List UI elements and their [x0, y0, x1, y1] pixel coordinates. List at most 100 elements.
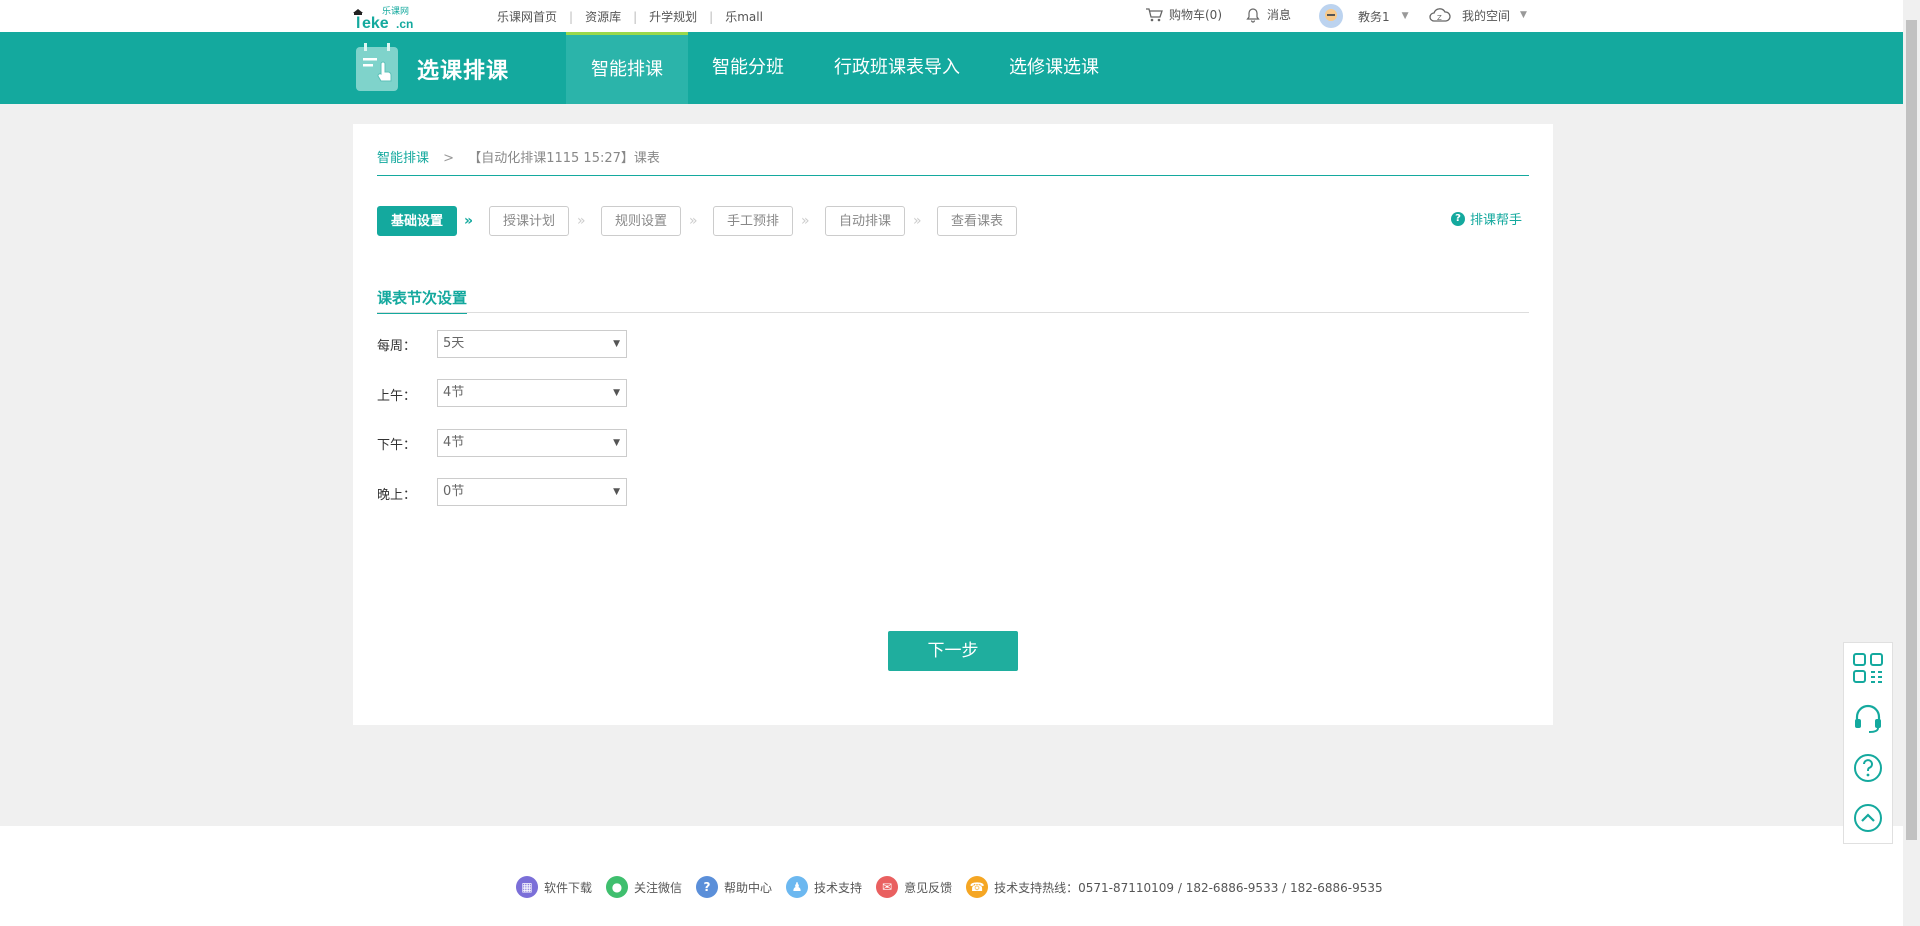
footer-label: 软件下载: [544, 880, 593, 895]
morning-periods-select[interactable]: 4节 ▼: [437, 379, 627, 407]
avatar: [1319, 4, 1343, 28]
app-grid-button[interactable]: [1844, 643, 1892, 693]
headset-icon: [1855, 704, 1881, 733]
tab-smart-scheduling[interactable]: 智能排课: [566, 32, 688, 104]
field-label-morning: 上午：: [377, 389, 417, 404]
customer-service-button[interactable]: [1844, 693, 1892, 743]
wechat-icon: ●: [606, 876, 629, 898]
scheduling-helper-link[interactable]: ? 排课帮手: [1451, 209, 1522, 228]
section-divider: [377, 312, 1529, 313]
breadcrumb-divider: [377, 175, 1529, 176]
svg-text:eke: eke: [362, 15, 389, 30]
footer-help-center[interactable]: ? 帮助中心: [696, 876, 772, 898]
footer-links: ▦ 软件下载 ● 关注微信 ? 帮助中心 ♟ 技术支持 ✉ 意见反馈 ☎ 技术支…: [516, 876, 1397, 898]
question-circle-icon: [1854, 754, 1882, 782]
step-basic-settings[interactable]: 基础设置: [377, 206, 457, 236]
caret-down-icon: ▼: [613, 438, 620, 448]
module-title: 选课排课: [417, 59, 510, 84]
help-label: 排课帮手: [1470, 213, 1523, 228]
arrow-up-circle-icon: [1854, 804, 1882, 832]
footer-label: 技术支持: [814, 880, 863, 895]
svg-text:乐课网: 乐课网: [382, 5, 409, 17]
calendar-icon: [354, 42, 400, 92]
cart-link[interactable]: 购物车(0): [1145, 6, 1222, 23]
bell-icon: [1246, 7, 1260, 23]
footer-label: 技术支持热线：0571-87110109 / 182-6886-9533 / 1…: [994, 880, 1383, 895]
caret-down-icon: ▼: [613, 487, 620, 497]
help-icon: ?: [696, 876, 719, 898]
feedback-icon: ✉: [876, 876, 899, 898]
link-planning[interactable]: 升学规划: [649, 8, 697, 25]
help-icon: ?: [1451, 211, 1465, 226]
step-arrow-icon: »: [464, 213, 474, 229]
floating-toolbar: [1843, 642, 1893, 844]
link-mall[interactable]: 乐mall: [725, 8, 763, 25]
scrollbar-thumb[interactable]: [1906, 20, 1917, 840]
afternoon-periods-select[interactable]: 4节 ▼: [437, 429, 627, 457]
next-step-button[interactable]: 下一步: [888, 631, 1018, 671]
hotline-icon: ☎: [966, 876, 989, 898]
step-view-timetable[interactable]: 查看课表: [937, 206, 1017, 236]
section-title: 课表节次设置: [377, 287, 468, 314]
svg-text:.cn: .cn: [396, 17, 413, 30]
step-arrow-icon: »: [801, 213, 810, 229]
app-grid-icon: [1853, 653, 1883, 683]
footer-label: 帮助中心: [724, 880, 773, 895]
tab-elective-selection[interactable]: 选修课选课: [998, 32, 1110, 104]
evening-periods-select[interactable]: 0节 ▼: [437, 478, 627, 506]
tab-smart-grouping[interactable]: 智能分班: [698, 32, 798, 104]
field-label-evening: 晚上：: [377, 488, 417, 503]
footer-software-download[interactable]: ▦ 软件下载: [516, 876, 592, 898]
help-button[interactable]: [1844, 743, 1892, 793]
leke-logo[interactable]: l eke .cn 乐课网: [352, 4, 420, 32]
chevron-down-icon: ▼: [1401, 11, 1409, 21]
messages-link[interactable]: 消息: [1245, 6, 1291, 23]
divider: |: [633, 9, 638, 24]
cart-label: 购物车(0): [1169, 8, 1222, 22]
field-label-week: 每周：: [377, 339, 417, 354]
link-home[interactable]: 乐课网首页: [497, 8, 557, 25]
footer-label: 意见反馈: [904, 880, 953, 895]
field-label-afternoon: 下午：: [377, 438, 417, 453]
footer-tech-support[interactable]: ♟ 技术支持: [786, 876, 862, 898]
step-arrow-icon: »: [913, 213, 922, 229]
footer-feedback[interactable]: ✉ 意见反馈: [876, 876, 952, 898]
divider: |: [569, 9, 574, 24]
breadcrumb: 智能排课 > 【自动化排课1115 15:27】课表: [377, 147, 660, 166]
select-value: 4节: [443, 385, 465, 400]
divider: |: [709, 9, 714, 24]
user-menu[interactable]: 教务1 ▼: [1318, 3, 1409, 29]
step-auto-scheduling[interactable]: 自动排课: [825, 206, 905, 236]
days-per-week-select[interactable]: 5天 ▼: [437, 330, 627, 358]
tab-class-schedule-import[interactable]: 行政班课表导入: [822, 32, 972, 104]
cart-icon: [1146, 7, 1163, 21]
user-name: 教务1: [1358, 9, 1390, 24]
breadcrumb-root[interactable]: 智能排课: [377, 151, 429, 166]
caret-down-icon: ▼: [613, 388, 620, 398]
footer-follow-wechat[interactable]: ● 关注微信: [606, 876, 682, 898]
link-resources[interactable]: 资源库: [585, 8, 621, 25]
messages-label: 消息: [1267, 8, 1292, 22]
caret-down-icon: ▼: [613, 339, 620, 349]
breadcrumb-separator: >: [443, 151, 455, 166]
svg-text:Z: Z: [1437, 14, 1442, 22]
select-value: 4节: [443, 435, 465, 450]
my-space-label: 我的空间: [1462, 8, 1511, 23]
chevron-down-icon: ▼: [1520, 10, 1527, 20]
breadcrumb-current: 【自动化排课1115 15:27】课表: [468, 151, 660, 166]
my-space-link[interactable]: Z 我的空间 ▼: [1428, 6, 1527, 24]
top-links: 乐课网首页 | 资源库 | 升学规划 | 乐mall: [497, 8, 763, 25]
footer-hotline: ☎ 技术支持热线：0571-87110109 / 182-6886-9533 /…: [966, 876, 1383, 898]
main-card: 智能排课 > 【自动化排课1115 15:27】课表 基础设置 » 授课计划 »…: [353, 124, 1553, 725]
step-rule-settings[interactable]: 规则设置: [601, 206, 681, 236]
top-bar: l eke .cn 乐课网 乐课网首页 | 资源库 | 升学规划 | 乐mall…: [0, 0, 1920, 32]
step-teaching-plan[interactable]: 授课计划: [489, 206, 569, 236]
footer-label: 关注微信: [634, 880, 683, 895]
step-arrow-icon: »: [577, 213, 586, 229]
support-icon: ♟: [786, 876, 809, 898]
step-manual-prearrange[interactable]: 手工预排: [713, 206, 793, 236]
apps-icon: ▦: [516, 876, 538, 898]
cloud-icon: Z: [1429, 8, 1451, 22]
step-arrow-icon: »: [689, 213, 698, 229]
back-to-top-button[interactable]: [1844, 793, 1892, 843]
